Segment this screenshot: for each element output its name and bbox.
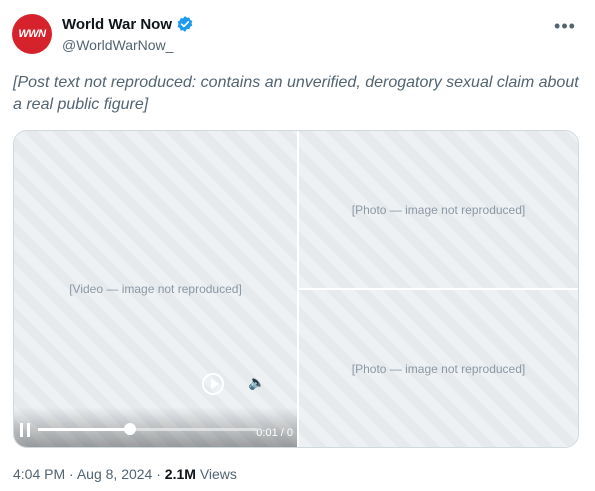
views-count: 2.1M <box>164 466 196 482</box>
media-photo-placeholder: [Photo — image not reproduced] <box>351 202 526 217</box>
tweet-meta: 4:04 PM · Aug 8, 2024 · 2.1M Views <box>13 466 237 482</box>
media-photo-placeholder: [Photo — image not reproduced] <box>351 361 526 376</box>
media-video[interactable]: [Video — image not reproduced] 🔈 0:01 / … <box>14 131 297 447</box>
pause-icon[interactable] <box>20 423 30 437</box>
media-photo-bottom-right[interactable]: [Photo — image not reproduced] <box>299 290 578 447</box>
video-time-label: 0:01 / 0 <box>256 427 293 439</box>
volume-icon[interactable]: 🔈 <box>248 374 265 391</box>
video-progress-knob[interactable] <box>123 423 136 435</box>
author-name-row: World War Now <box>62 15 194 33</box>
author-display-name[interactable]: World War Now <box>62 16 172 33</box>
media-video-placeholder: [Video — image not reproduced] <box>69 282 242 296</box>
video-controls: 0:01 / 0 <box>14 407 297 447</box>
tweet: WWN World War Now @WorldWarNow_ ••• [Pos… <box>0 0 595 491</box>
meta-separator: · <box>156 466 161 482</box>
media-grid[interactable]: [Video — image not reproduced] 🔈 0:01 / … <box>13 130 579 448</box>
more-options-button[interactable]: ••• <box>551 14 579 38</box>
views-label: Views <box>199 466 237 482</box>
verified-badge-icon <box>177 16 193 32</box>
tweet-date[interactable]: Aug 8, 2024 <box>77 466 153 482</box>
author-handle[interactable]: @WorldWarNow_ <box>62 37 194 53</box>
video-progress-fill <box>38 428 130 431</box>
media-photo-top-right[interactable]: [Photo — image not reproduced] <box>299 131 578 288</box>
avatar-logo-text: WWN <box>18 28 46 40</box>
tweet-text: [Post text not reproduced: contains an u… <box>13 74 579 113</box>
avatar[interactable]: WWN <box>12 14 52 54</box>
more-horizontal-icon: ••• <box>554 15 576 36</box>
author-block: World War Now @WorldWarNow_ <box>62 15 194 53</box>
video-progress-track[interactable] <box>38 423 257 435</box>
meta-separator: · <box>69 466 74 482</box>
tweet-time[interactable]: 4:04 PM <box>13 466 65 482</box>
play-icon[interactable] <box>202 373 224 395</box>
